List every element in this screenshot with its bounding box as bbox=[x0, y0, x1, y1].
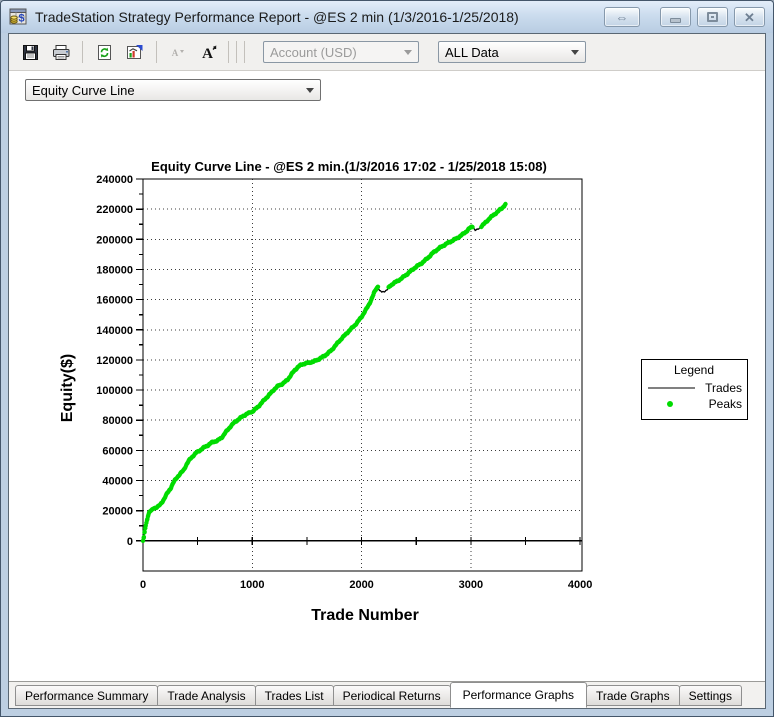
graph-type-dropdown[interactable]: Equity Curve Line bbox=[25, 79, 321, 101]
svg-text:220000: 220000 bbox=[96, 204, 133, 216]
toolbar-separator bbox=[156, 41, 157, 63]
account-dropdown-value: Account (USD) bbox=[270, 45, 398, 60]
svg-text:120000: 120000 bbox=[96, 355, 133, 367]
chevron-down-icon bbox=[571, 50, 579, 55]
svg-text:1000: 1000 bbox=[240, 579, 264, 591]
peaks-dot-sample bbox=[667, 401, 673, 407]
performance-report-window: $ TradeStation Strategy Performance Repo… bbox=[0, 0, 774, 717]
svg-text:0: 0 bbox=[127, 536, 133, 548]
decrease-font-button[interactable]: A bbox=[165, 39, 191, 65]
svg-text:100000: 100000 bbox=[96, 385, 133, 397]
client-area: A A Account (USD) ALL Data bbox=[8, 33, 766, 709]
svg-text:0: 0 bbox=[140, 579, 146, 591]
svg-text:40000: 40000 bbox=[102, 476, 133, 488]
svg-text:80000: 80000 bbox=[102, 415, 133, 427]
svg-text:180000: 180000 bbox=[96, 264, 133, 276]
svg-text:200000: 200000 bbox=[96, 234, 133, 246]
legend-label-peaks: Peaks bbox=[709, 397, 742, 411]
tab-trades-list[interactable]: Trades List bbox=[255, 685, 334, 706]
tab-performance-summary[interactable]: Performance Summary bbox=[15, 685, 158, 706]
chevron-down-icon bbox=[404, 50, 412, 55]
legend-title: Legend bbox=[674, 363, 714, 377]
chart-settings-icon bbox=[126, 44, 144, 61]
tab-periodical-returns[interactable]: Periodical Returns bbox=[333, 685, 451, 706]
toolbar-separator bbox=[236, 41, 237, 63]
svg-text:240000: 240000 bbox=[96, 174, 133, 186]
x-axis-title: Trade Number bbox=[311, 607, 419, 624]
chart-settings-button[interactable] bbox=[122, 39, 148, 65]
increase-font-icon: A bbox=[200, 44, 218, 61]
toolbar-separator bbox=[228, 41, 229, 63]
legend-label-trades: Trades bbox=[705, 381, 742, 395]
decrease-font-icon: A bbox=[170, 44, 186, 60]
svg-text:20000: 20000 bbox=[102, 506, 133, 518]
legend: Legend Trades Peaks bbox=[642, 360, 748, 420]
toolbar: A A Account (USD) ALL Data bbox=[9, 34, 765, 71]
save-icon bbox=[22, 44, 39, 61]
toolbar-separator bbox=[82, 41, 83, 63]
print-button[interactable] bbox=[48, 39, 74, 65]
refresh-button[interactable] bbox=[91, 39, 117, 65]
restore-button[interactable] bbox=[697, 7, 728, 27]
graph-type-value: Equity Curve Line bbox=[32, 83, 300, 98]
data-range-dropdown-value: ALL Data bbox=[445, 45, 565, 60]
plot-area: 0200004000060000800001000001200001400001… bbox=[96, 174, 592, 591]
account-dropdown[interactable]: Account (USD) bbox=[263, 41, 419, 63]
tab-trade-analysis[interactable]: Trade Analysis bbox=[157, 685, 255, 706]
svg-text:2000: 2000 bbox=[349, 579, 373, 591]
svg-text:A: A bbox=[172, 48, 179, 58]
titlebar[interactable]: $ TradeStation Strategy Performance Repo… bbox=[1, 1, 773, 33]
y-axis-title: Equity($) bbox=[59, 354, 76, 422]
close-button[interactable]: ✕ bbox=[734, 7, 765, 27]
chevron-down-icon bbox=[306, 88, 314, 93]
report-dollar-icon: $ bbox=[9, 8, 29, 26]
svg-text:4000: 4000 bbox=[568, 579, 592, 591]
increase-font-button[interactable]: A bbox=[196, 39, 222, 65]
swap-arrows-button[interactable]: ⇔ bbox=[604, 7, 640, 27]
window-title: TradeStation Strategy Performance Report… bbox=[35, 9, 519, 25]
data-range-dropdown[interactable]: ALL Data bbox=[438, 41, 586, 63]
minimize-icon bbox=[670, 18, 681, 23]
svg-text:60000: 60000 bbox=[102, 445, 133, 457]
chart-title: Equity Curve Line - @ES 2 min.(1/3/2016 … bbox=[151, 159, 547, 174]
tab-trade-graphs[interactable]: Trade Graphs bbox=[586, 685, 680, 706]
svg-text:140000: 140000 bbox=[96, 325, 133, 337]
svg-text:A: A bbox=[202, 46, 213, 61]
svg-text:$: $ bbox=[18, 13, 24, 25]
tab-performance-graphs[interactable]: Performance Graphs bbox=[450, 682, 587, 708]
minimize-button[interactable] bbox=[660, 7, 691, 27]
tab-strip: Performance Summary Trade Analysis Trade… bbox=[9, 681, 765, 708]
print-icon bbox=[52, 44, 71, 61]
svg-text:160000: 160000 bbox=[96, 295, 133, 307]
toolbar-separator bbox=[244, 41, 245, 63]
restore-icon bbox=[707, 12, 718, 22]
refresh-icon bbox=[96, 44, 113, 61]
report-content: Equity Curve Line Equity Curve Line - @E… bbox=[9, 71, 765, 681]
tab-settings[interactable]: Settings bbox=[679, 685, 742, 706]
equity-curve-chart: Equity Curve Line - @ES 2 min.(1/3/2016 … bbox=[9, 107, 756, 681]
svg-text:3000: 3000 bbox=[459, 579, 483, 591]
save-button[interactable] bbox=[17, 39, 43, 65]
